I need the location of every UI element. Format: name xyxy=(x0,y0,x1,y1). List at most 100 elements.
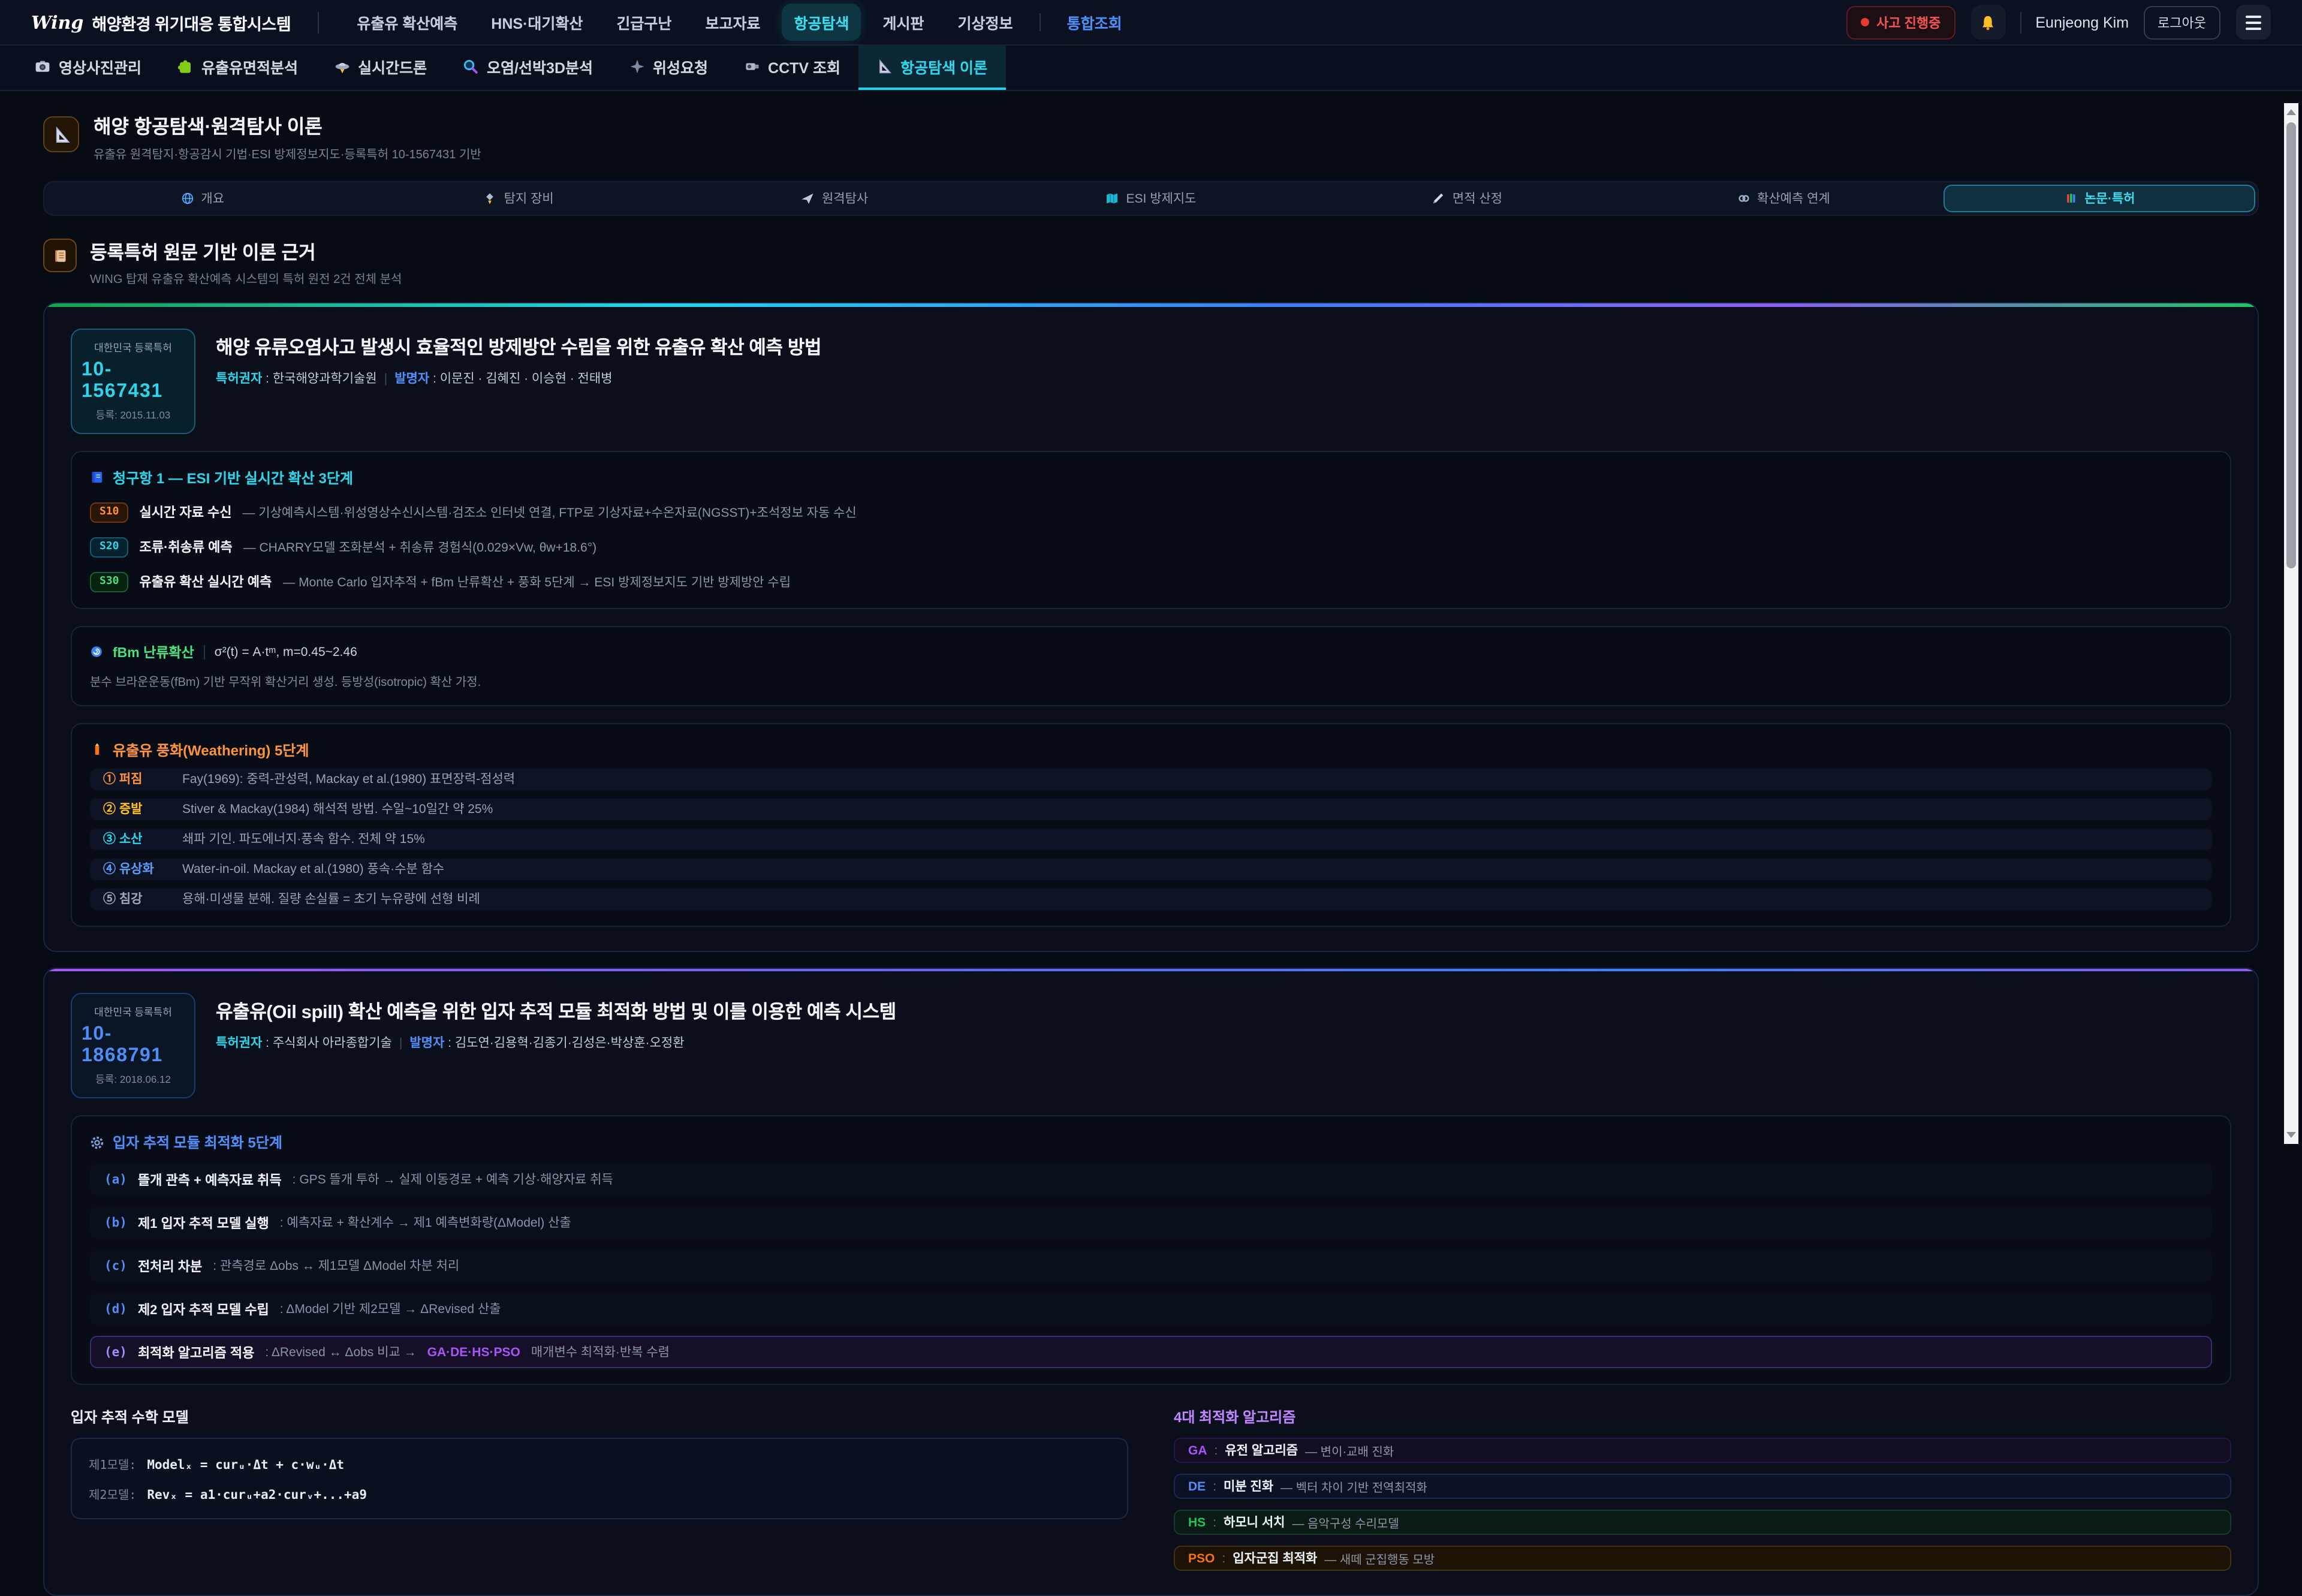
subtab-pollution-3d-analysis[interactable]: 오염/선박3D분석 xyxy=(445,46,611,90)
weathering-stage-desc: 용해·미생물 분해. 질량 손실률 = 초기 누유량에 선형 비례 xyxy=(182,890,480,908)
optimization-step-row: (c) 전처리 차분 : 관측경로 Δobs ↔ 제1모델 ΔModel 차분 … xyxy=(90,1249,2212,1282)
weathering-header: 유출유 풍화(Weathering) 5단계 xyxy=(90,739,2212,760)
tab-papers-patents[interactable]: 논문·특허 xyxy=(1944,185,2255,212)
patent1-title: 해양 유류오염사고 발생시 효율적인 방제방안 수립을 위한 유출유 확산 예측… xyxy=(216,333,821,359)
tab-diffusion-link[interactable]: 확산예측 연계 xyxy=(1628,185,1939,212)
algo-code: HS xyxy=(1188,1515,1206,1529)
notifications-button[interactable] xyxy=(1970,5,2005,40)
algo-desc: — 음악구성 수리모델 xyxy=(1292,1513,1399,1531)
nav-item-reports[interactable]: 보고자료 xyxy=(693,4,772,41)
patent2-title-block: 유출유(Oil spill) 확산 예측을 위한 입자 추적 모듈 최적화 방법… xyxy=(216,993,896,1052)
fbm-header: fBm 난류확산 σ²(t) = A·tᵐ, m=0.45~2.46 xyxy=(90,642,2212,661)
claim-step-row: S20 조류·취송류 예측 — CHARRY모델 조화분석 + 취송류 경험식(… xyxy=(90,537,2212,557)
subtab-realtime-drone[interactable]: 실시간드론 xyxy=(316,46,445,90)
user-name: Eunjeong Kim xyxy=(2035,14,2129,31)
holder-label: 특허권자 xyxy=(216,1036,262,1050)
subtab-satellite-request[interactable]: 위성요청 xyxy=(611,46,726,90)
optimization-box: 입자 추적 모듈 최적화 5단계 (a) 뜰개 관측 + 예측자료 취득 : G… xyxy=(71,1115,2231,1385)
logout-button[interactable]: 로그아웃 xyxy=(2143,5,2220,39)
patent-number: 10-1868791 xyxy=(82,1024,185,1067)
model-line-2: 제2모델: Revₓ = a1·curᵤ+a2·curᵥ+...+a9 xyxy=(89,1484,1110,1502)
globe-icon xyxy=(180,192,194,205)
step-desc: : 관측경로 Δobs ↔ 제1모델 ΔModel 차분 처리 xyxy=(213,1257,459,1275)
patent2-meta: 특허권자 : 주식회사 아라종합기술|발명자 : 김도연·김용혁·김종기·김성은… xyxy=(216,1034,896,1052)
user-separator xyxy=(2020,11,2021,33)
math-model-title: 입자 추적 수학 모델 xyxy=(71,1407,1128,1427)
patent-card-2: 대한민국 등록특허 10-1868791 등록: 2018.06.12 유출유(… xyxy=(43,967,2259,1596)
section-subtitle: WING 탑재 유출유 확산예측 시스템의 특허 원전 2건 전체 분석 xyxy=(90,269,402,287)
algo-name: 유전 알고리즘 xyxy=(1225,1441,1298,1459)
incident-status-badge[interactable]: 사고 진행중 xyxy=(1846,5,1955,39)
subtab-label: CCTV 조회 xyxy=(768,55,840,78)
subtab-label: 영상사진관리 xyxy=(59,55,141,78)
vertical-scrollbar[interactable] xyxy=(2284,103,2298,1143)
incident-label: 사고 진행중 xyxy=(1876,13,1941,32)
cctv-icon xyxy=(744,59,760,74)
nav-divider xyxy=(317,11,318,33)
weathering-stage-label: ① 퍼짐 xyxy=(103,770,173,788)
nav-item-hns[interactable]: HNS·대기확산 xyxy=(479,4,595,41)
step-desc: : ΔModel 기반 제2모델 → ΔRevised 산출 xyxy=(280,1300,501,1318)
weathering-stage-desc: 쇄파 기인. 파도에너지·풍속 함수. 전체 약 15% xyxy=(182,830,425,848)
step-code: (b) xyxy=(104,1215,127,1230)
section-title: 등록특허 원문 기반 이론 근거 xyxy=(90,239,402,265)
subtab-photo-management[interactable]: 영상사진관리 xyxy=(17,46,159,90)
scrollbar-down-arrow-icon[interactable] xyxy=(2284,1128,2298,1142)
tab-detection-equipment[interactable]: 탐지 장비 xyxy=(363,185,674,212)
weathering-stage-label: ⑤ 침강 xyxy=(103,890,173,908)
step-code: (e) xyxy=(104,1345,127,1359)
patent-card-1: 대한민국 등록특허 10-1567431 등록: 2015.11.03 해양 유… xyxy=(43,302,2259,951)
algo-code: PSO xyxy=(1188,1551,1215,1565)
tab-overview[interactable]: 개요 xyxy=(47,185,358,212)
holder-value: 주식회사 아라종합기술 xyxy=(273,1036,392,1050)
scrollbar-thumb[interactable] xyxy=(2286,122,2296,568)
subtab-label: 항공탐색 이론 xyxy=(900,55,987,78)
crayon-icon xyxy=(90,742,104,757)
ufo-icon xyxy=(334,59,349,74)
pen-icon xyxy=(1432,192,1445,205)
triangle-ruler-icon xyxy=(52,125,70,143)
patent1-header: 대한민국 등록특허 10-1567431 등록: 2015.11.03 해양 유… xyxy=(71,328,2231,433)
claims-header: 청구항 1 — ESI 기반 실시간 확산 3단계 xyxy=(90,467,2212,487)
subtab-label: 실시간드론 xyxy=(358,55,427,78)
fbm-description: 분수 브라운운동(fBm) 기반 무작위 확산거리 생성. 등방성(isotro… xyxy=(90,671,2212,689)
nav-item-weather[interactable]: 기상정보 xyxy=(946,4,1025,41)
subtab-oil-area-analysis[interactable]: 유출유면적분석 xyxy=(159,46,316,90)
subtab-cctv[interactable]: CCTV 조회 xyxy=(726,46,858,90)
tab-esi-map[interactable]: ESI 방제지도 xyxy=(995,185,1306,212)
algo-name: 하모니 서치 xyxy=(1224,1513,1285,1531)
page-title: 해양 항공탐색·원격탐사 이론 xyxy=(94,116,481,139)
hamburger-menu-button[interactable] xyxy=(2236,5,2271,40)
spiral-icon xyxy=(90,645,103,658)
tab-remote-sensing[interactable]: 원격탐사 xyxy=(679,185,990,212)
fbm-label: fBm 난류확산 xyxy=(113,642,194,661)
weathering-box: 유출유 풍화(Weathering) 5단계 ① 퍼짐 Fay(1969): 중… xyxy=(71,722,2231,926)
step-title: 실시간 자료 수신 xyxy=(140,502,232,522)
weathering-stage-desc: Water-in-oil. Mackay et al.(1980) 풍속·수분 … xyxy=(182,860,444,878)
blue-book-icon xyxy=(90,470,104,484)
algo-desc: — 변이·교배 진화 xyxy=(1305,1441,1394,1459)
subtab-label: 오염/선박3D분석 xyxy=(487,55,593,78)
algorithm-row-ga: GA : 유전 알고리즘— 변이·교배 진화 xyxy=(1174,1438,2231,1463)
nav-item-oil-spill-forecast[interactable]: 유출유 확산예측 xyxy=(345,4,469,41)
nav-item-integrated-search[interactable]: 통합조회 xyxy=(1055,4,1134,41)
section-header: 등록특허 원문 기반 이론 근거 WING 탑재 유출유 확산예측 시스템의 특… xyxy=(43,239,2259,287)
fbm-divider xyxy=(204,645,205,659)
brand-logo[interactable]: Wing 해양환경 위기대응 통합시스템 xyxy=(31,10,291,34)
nav-item-aerial-search[interactable]: 항공탐색 xyxy=(782,4,861,41)
step-desc-post: 매개변수 최적화·반복 수렴 xyxy=(531,1343,670,1361)
nav-item-board[interactable]: 게시판 xyxy=(871,4,936,41)
patent2-title: 유출유(Oil spill) 확산 예측을 위한 입자 추적 모듈 최적화 방법… xyxy=(216,998,896,1024)
step-desc: — 기상예측시스템·위성영상수신시스템·검조소 인터넷 연결, FTP로 기상자… xyxy=(242,503,856,521)
tab-label: 탐지 장비 xyxy=(504,189,554,207)
scrollbar-up-arrow-icon[interactable] xyxy=(2284,104,2298,119)
subtab-aerial-search-theory[interactable]: 항공탐색 이론 xyxy=(858,46,1005,90)
nav-separator xyxy=(1039,13,1041,31)
algorithm-row-pso: PSO : 입자군집 최적화— 새떼 군집행동 모방 xyxy=(1174,1546,2231,1571)
algo-code: GA xyxy=(1188,1443,1207,1458)
step-desc: : GPS 뜰개 투하 → 실제 이동경로 + 예측 기상·해양자료 취득 xyxy=(293,1170,613,1188)
tab-area-calculation[interactable]: 면적 산정 xyxy=(1312,185,1623,212)
inventor-label: 발명자 xyxy=(394,371,429,386)
claim-step-row: S30 유출유 확산 실시간 예측 — Monte Carlo 입자추적 + f… xyxy=(90,571,2212,592)
nav-item-rescue[interactable]: 긴급구난 xyxy=(604,4,683,41)
